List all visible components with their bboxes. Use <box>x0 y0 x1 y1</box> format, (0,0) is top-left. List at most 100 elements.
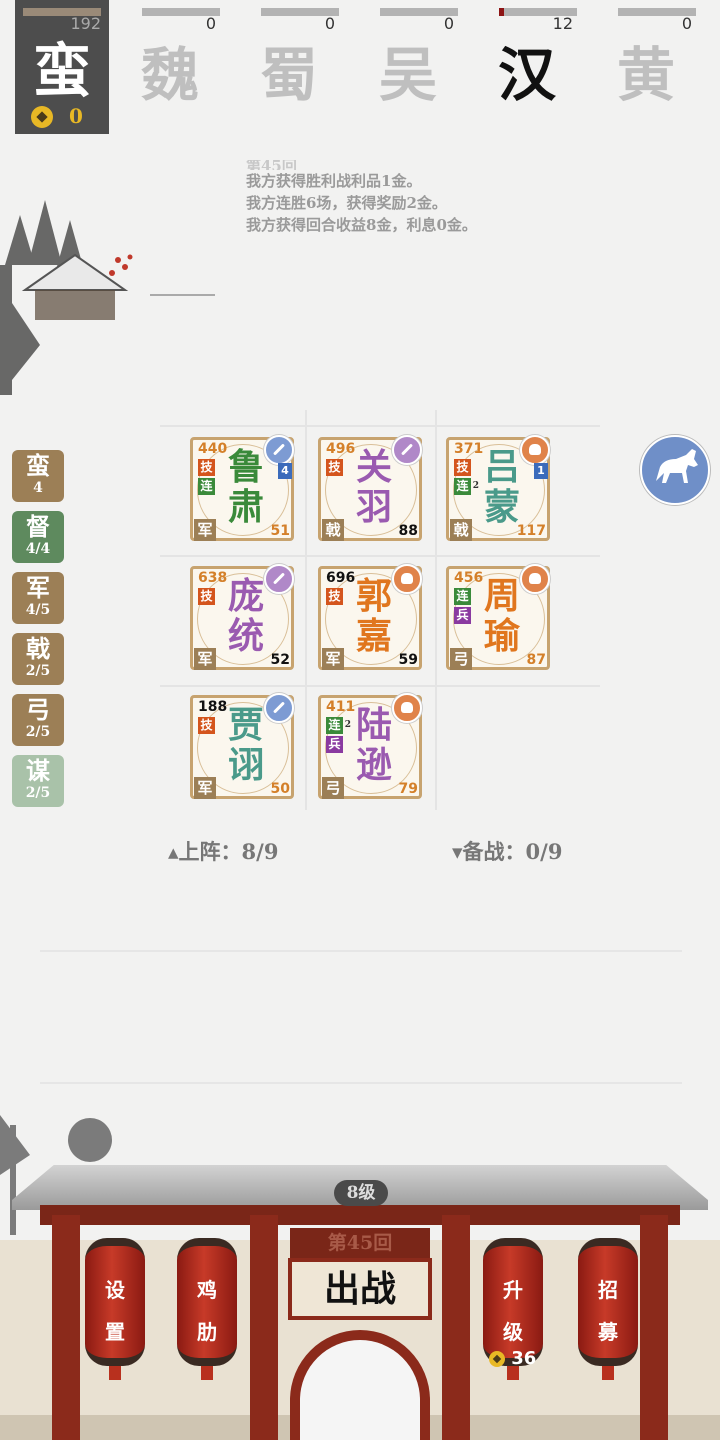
unit-type: 戟 <box>450 519 472 541</box>
skill-tag-text: 连 <box>200 479 213 493</box>
bag-icon <box>392 564 422 594</box>
skill-tag: 兵 <box>454 607 471 624</box>
skill-tag: 技 <box>198 588 215 605</box>
mount-button[interactable] <box>640 435 710 505</box>
bag-icon <box>520 564 550 594</box>
hero-name: 周 瑜 <box>476 576 528 656</box>
faction-name: 魏 <box>140 41 199 109</box>
hero-card[interactable]: 696 技 郭 嘉 军 59 <box>318 564 426 674</box>
trait-label: 谋 <box>26 756 50 785</box>
recruit-button[interactable]: 招 募 <box>578 1238 638 1380</box>
faction-tab-han[interactable]: 12 汉 <box>475 0 579 134</box>
unit-type: 弓 <box>322 777 344 799</box>
skill-tag-text: 连2 <box>328 718 351 732</box>
player-level-badge: 8级 <box>334 1180 388 1206</box>
trait-mou[interactable]: 谋 2/5 <box>12 755 64 807</box>
hero-name-char-2: 蒙 <box>483 486 520 528</box>
hero-name: 郭 嘉 <box>348 576 400 656</box>
unit-type: 军 <box>194 648 216 670</box>
settings-label-2: 置 <box>105 1320 125 1344</box>
hero-name-char-2: 瑜 <box>483 615 520 657</box>
hero-name: 关 羽 <box>348 447 400 527</box>
grid-line <box>160 555 600 557</box>
hero-card[interactable]: 456 连兵 周 瑜 弓 87 <box>446 564 554 674</box>
trait-label: 督 <box>26 512 50 541</box>
settings-label-1: 设 <box>105 1278 125 1302</box>
faction-tab-huang[interactable]: 0 黄 <box>594 0 698 134</box>
grid-line <box>305 410 307 810</box>
skill-tag: 技 <box>454 459 471 476</box>
skill-tag-text: 兵 <box>456 608 469 622</box>
settings-button[interactable]: 设 置 <box>85 1238 145 1380</box>
skill-tag-text: 技 <box>200 718 213 732</box>
hero-power: 59 <box>398 652 418 668</box>
faction-name: 蛮 <box>32 37 91 105</box>
skill-tag: 连 <box>454 588 471 605</box>
chicken-rib-button[interactable]: 鸡 肋 <box>177 1238 237 1380</box>
palace-beam <box>40 1205 680 1225</box>
skill-tag: 连 <box>198 478 215 495</box>
trait-jun[interactable]: 军 4/5 <box>12 572 64 624</box>
hero-name: 鲁 肃 <box>220 447 272 527</box>
hero-card[interactable]: 371 技连2 吕 蒙 1 戟 117 <box>446 435 554 545</box>
log-line: 我方获得回合收益8金，利息0金。 <box>246 216 477 234</box>
pillar <box>250 1215 278 1440</box>
weapon-icon <box>264 693 294 723</box>
hero-name: 吕 蒙 <box>476 447 528 527</box>
faction-tab-wei[interactable]: 0 魏 <box>118 0 222 134</box>
coin-icon <box>31 106 53 128</box>
trait-label: 蛮 <box>26 451 50 480</box>
hero-power: 51 <box>270 523 290 539</box>
horse-icon <box>656 449 698 483</box>
round-label: 第45回 <box>290 1228 430 1258</box>
hero-power: 87 <box>526 652 546 668</box>
battle-button[interactable]: 出战 <box>288 1258 432 1320</box>
upgrade-button[interactable]: 升 级 36 <box>483 1238 543 1380</box>
hero-card[interactable]: 638 技 庞 统 军 52 <box>190 564 298 674</box>
weapon-icon <box>264 435 294 465</box>
trait-count: 4/5 <box>25 602 51 618</box>
faction-name: 汉 <box>497 41 556 109</box>
wand-icon <box>264 564 294 594</box>
lantern-tassel <box>507 1366 519 1380</box>
skill-tag-text: 兵 <box>328 737 341 751</box>
log-line: 我方获得胜利战利品1金。 <box>246 172 422 190</box>
hero-card[interactable]: 411 连2兵 陆 逊 弓 79 <box>318 693 426 803</box>
faction-tab-shu[interactable]: 0 蜀 <box>237 0 341 134</box>
skill-tag: 连2 <box>454 478 479 495</box>
player-gold: 0 <box>69 104 83 128</box>
grid-line <box>160 425 600 427</box>
skill-tag: 兵 <box>326 736 343 753</box>
skill-tag: 技 <box>198 717 215 734</box>
hero-name-char-2: 诩 <box>227 744 264 786</box>
trait-man[interactable]: 蛮 4 <box>12 450 64 502</box>
hero-card[interactable]: 440 技连 鲁 肃 4 军 51 <box>190 435 298 545</box>
faction-progress-fill <box>499 8 504 16</box>
lantern-tassel <box>201 1366 213 1380</box>
battle-log: 第45回 我方获得胜利战利品1金。 我方连胜6场，获得奖励2金。 我方获得回合收… <box>246 160 666 236</box>
faction-name: 蜀 <box>259 41 318 109</box>
trait-count: 4/4 <box>25 541 51 557</box>
hero-name: 贾 诩 <box>220 705 272 785</box>
skill-tag-text: 连2 <box>456 479 479 493</box>
hero-name: 庞 统 <box>220 576 272 656</box>
recruit-label-2: 募 <box>598 1320 618 1344</box>
hero-power: 79 <box>398 781 418 797</box>
unit-type: 军 <box>194 519 216 541</box>
grid-line <box>435 410 437 810</box>
hero-card[interactable]: 188 技 贾 诩 军 50 <box>190 693 298 803</box>
hero-card[interactable]: 496 技 关 羽 戟 88 <box>318 435 426 545</box>
trait-du[interactable]: 督 4/4 <box>12 511 64 563</box>
skill-tag: 技 <box>198 459 215 476</box>
bench-area[interactable] <box>40 950 682 1084</box>
faction-tab-man[interactable]: 192 蛮 0 <box>15 0 109 134</box>
lantern-tassel <box>602 1366 614 1380</box>
trait-count: 2/5 <box>25 663 51 679</box>
skill-tag-text: 技 <box>456 460 469 474</box>
hero-name-char-2: 逊 <box>355 744 392 786</box>
unit-type: 弓 <box>450 648 472 670</box>
upgrade-label-1: 升 <box>503 1278 523 1302</box>
faction-tab-wu[interactable]: 0 吴 <box>356 0 460 134</box>
trait-gong[interactable]: 弓 2/5 <box>12 694 64 746</box>
trait-ji[interactable]: 戟 2/5 <box>12 633 64 685</box>
